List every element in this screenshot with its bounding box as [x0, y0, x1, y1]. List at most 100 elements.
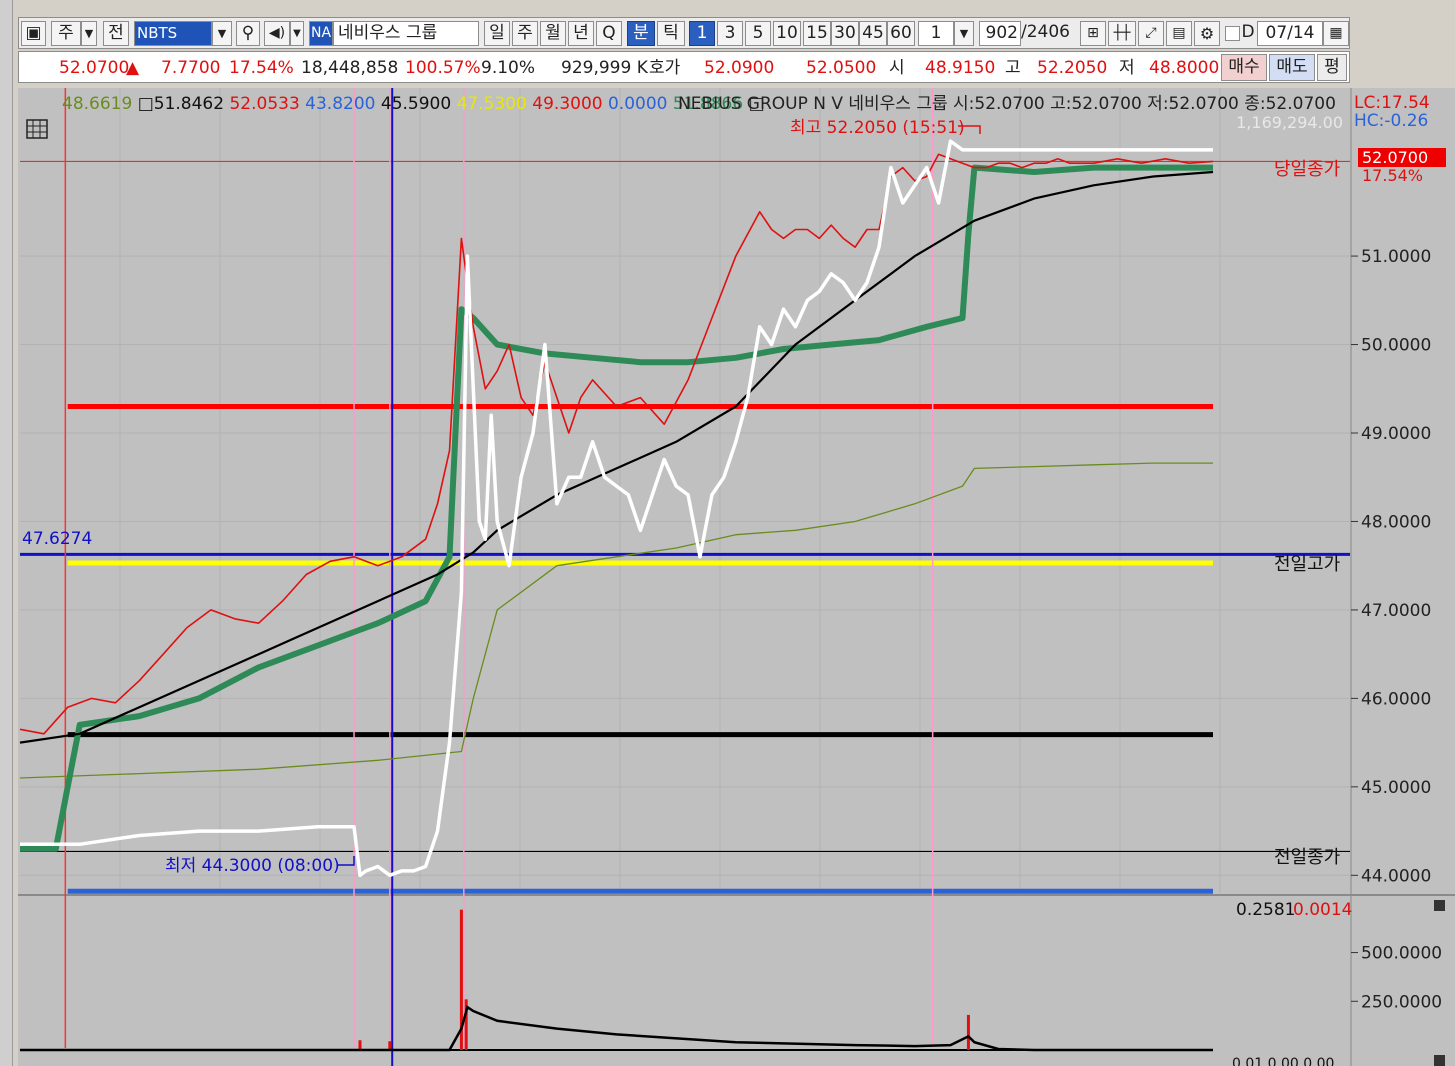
date-checkbox[interactable] [1225, 26, 1240, 41]
bid-price: 52.0500 [806, 58, 877, 78]
volume-bar [388, 1041, 392, 1050]
price-chart[interactable]: 51.0000 50.0000 49.0000 48.0000 47.0000 46.00… [18, 88, 1455, 1066]
candle-icon[interactable]: ┼┼ [1108, 21, 1136, 46]
period-month[interactable]: 월 [540, 21, 566, 46]
volume-bar [358, 1040, 362, 1050]
legend-value: □51.8462 [138, 94, 230, 114]
sub-legend-value-2: 0.0014 [1293, 900, 1352, 920]
price-tick-label: 45.0000 [1361, 778, 1431, 798]
current-price: 52.0700 [59, 58, 130, 78]
chevron-down-icon[interactable]: ▼ [81, 21, 97, 46]
interval-5[interactable]: 5 [745, 21, 771, 46]
legend-value: 0.0000 [608, 94, 673, 114]
chart-background [18, 88, 1350, 1066]
price-tick-label: 51.0000 [1361, 247, 1431, 267]
date-field[interactable]: 07/14 [1257, 21, 1323, 46]
layout-icon[interactable]: ▣ [21, 21, 46, 46]
price-tick-label: 46.0000 [1361, 689, 1431, 709]
buy-button[interactable]: 매수 [1221, 54, 1267, 81]
hc-label: HC:-0.26 [1354, 111, 1428, 131]
symbol-dropdown-icon[interactable]: ▼ [212, 21, 232, 46]
period-tick[interactable]: 틱 [657, 21, 685, 46]
high-label: 고 [1005, 58, 1021, 78]
period-quarter[interactable]: Q [596, 21, 622, 46]
legend-value: 48.6619 [62, 94, 138, 114]
search-icon[interactable]: ⚲ [236, 21, 260, 46]
ask-label: 호가 [649, 58, 681, 78]
interval-dropdown-icon[interactable]: ▼ [954, 21, 974, 46]
grid-icon[interactable]: ⊞ [1080, 21, 1106, 46]
chart-toolbar: ▣ 주 ▼ 전 NBTS ▼ ⚲ ◀) ▼ NA 네비우스 그룹 일 주 월 년… [18, 17, 1350, 49]
price-tick-label: 49.0000 [1361, 424, 1431, 444]
legend-value: 43.8200 [305, 94, 381, 114]
pane-collapse-icon[interactable] [1434, 900, 1445, 911]
legend-value: 49.3000 [532, 94, 608, 114]
indicator-legend: 48.6619 □51.8462 52.0533 43.8200 45.5900… [62, 94, 765, 114]
calendar-icon[interactable]: ▦ [1323, 21, 1349, 46]
low-annotation: 최저 44.3000 (08:00) [165, 856, 340, 876]
legend-value: 45.5900 [381, 94, 457, 114]
line-tool-icon[interactable]: ⤢ [1138, 21, 1164, 46]
interval-3[interactable]: 3 [717, 21, 743, 46]
interval-15[interactable]: 15 [803, 21, 831, 46]
volume-bar [966, 1014, 970, 1050]
sub-legend-value-1: 0.2581 [1236, 900, 1295, 920]
bottom-pane-legend: 0.01 0.00 0.00 [1232, 1056, 1334, 1066]
date-checkbox-label: D [1241, 22, 1255, 42]
price-tick-label: 50.0000 [1361, 336, 1431, 356]
low-label: 저 [1119, 58, 1135, 78]
interval-1[interactable]: 1 [689, 21, 715, 46]
crosshair-value: 47.6274 [22, 529, 92, 549]
stock-name-field[interactable]: 네비우스 그룹 [333, 21, 479, 46]
price-tick-label: 47.0000 [1361, 601, 1431, 621]
left-panel-edge [0, 0, 13, 1066]
up-arrow-icon: ▲ [126, 58, 140, 78]
today-close-label: 당일종가 [1274, 159, 1340, 180]
prev-high-label: 전일고가 [1274, 554, 1340, 575]
pane-collapse-icon-2[interactable] [1434, 1055, 1445, 1066]
legend-value: 47.5300 [457, 94, 533, 114]
interval-45[interactable]: 45 [859, 21, 887, 46]
price-change: 7.7700 [161, 58, 221, 78]
change-percent: 17.54% [229, 58, 294, 78]
type-selector[interactable]: 주 [51, 21, 81, 46]
prev-button[interactable]: 전 [103, 21, 129, 46]
current-pct-tag: 17.54% [1362, 166, 1423, 185]
price-tick-label: 44.0000 [1361, 866, 1431, 886]
period-year[interactable]: 년 [568, 21, 594, 46]
save-icon[interactable]: ▤ [1166, 21, 1192, 46]
speaker-dropdown-icon[interactable]: ▼ [290, 21, 304, 46]
interval-10[interactable]: 10 [773, 21, 801, 46]
volume-tick-label: 250.0000 [1361, 992, 1442, 1012]
period-week[interactable]: 주 [512, 21, 538, 46]
open-price: 48.9150 [925, 58, 996, 78]
trade-amount: 929,999 K [561, 58, 648, 78]
high-annotation: 최고 52.2050 (15:51) [790, 118, 965, 138]
legend-title: NEBIUS GROUP N V 네비우스 그룹 시:52.0700 고:52.… [678, 94, 1336, 114]
symbol-input[interactable]: NBTS [134, 21, 212, 46]
interval-input[interactable]: 1 [918, 21, 954, 46]
speaker-icon[interactable]: ◀) [264, 21, 290, 46]
volume-tick-label: 500.0000 [1361, 944, 1442, 964]
period-minute[interactable]: 분 [627, 21, 655, 46]
quote-bar: 52.0700 ▲ 7.7700 17.54% 18,448,858 100.5… [18, 51, 1350, 83]
current-price-tag: 52.0700 [1362, 148, 1428, 167]
volume-value: 18,448,858 [301, 58, 399, 78]
average-button[interactable]: 평 [1317, 54, 1347, 81]
low-price: 48.8000 [1149, 58, 1220, 78]
prev-close-label: 전일종가 [1274, 847, 1340, 868]
count-input[interactable]: 902 [979, 21, 1021, 46]
legend-value: 52.0533 [229, 94, 305, 114]
gear-icon[interactable]: ⚙ [1194, 21, 1220, 46]
interval-60[interactable]: 60 [887, 21, 915, 46]
count-total: /2406 [1021, 22, 1070, 42]
volume-readout: 1,169,294.00 [1236, 113, 1343, 132]
open-label: 시 [889, 58, 905, 78]
volume-ratio: 100.57% [405, 58, 481, 78]
lc-label: LC:17.54 [1354, 93, 1430, 113]
price-tick-label: 48.0000 [1361, 512, 1431, 532]
interval-30[interactable]: 30 [831, 21, 859, 46]
sell-button[interactable]: 매도 [1269, 54, 1315, 81]
period-day[interactable]: 일 [484, 21, 510, 46]
axis-background [1350, 88, 1455, 1066]
